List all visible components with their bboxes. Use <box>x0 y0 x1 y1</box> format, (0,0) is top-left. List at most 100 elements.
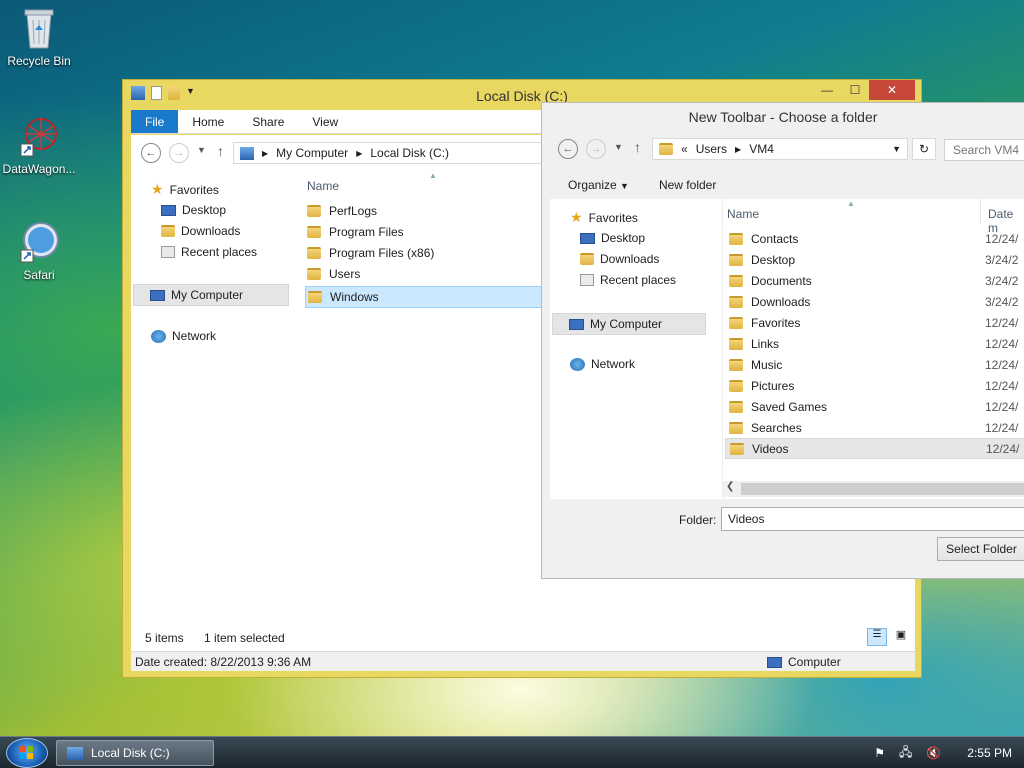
list-item[interactable]: Users <box>307 267 360 281</box>
folder-icon <box>729 316 743 329</box>
list-item[interactable]: Documents 3/24/2 <box>725 270 1024 291</box>
column-divider[interactable] <box>980 199 981 223</box>
nav-downloads[interactable]: Downloads <box>161 224 240 238</box>
desktop-icon-safari[interactable]: Safari <box>0 220 78 282</box>
list-item[interactable]: PerfLogs <box>307 204 377 218</box>
list-item[interactable]: Contacts 12/24/ <box>725 228 1024 249</box>
computer-icon <box>240 146 254 160</box>
scroll-left-icon[interactable]: ❮ <box>726 481 734 492</box>
list-item[interactable]: Links 12/24/ <box>725 333 1024 354</box>
nav-label: Downloads <box>600 252 660 266</box>
list-item-selected[interactable]: Videos 12/24/ <box>725 438 1024 459</box>
list-item-selected[interactable]: Windows <box>305 286 545 308</box>
select-folder-button[interactable]: Select Folder <box>937 537 1024 561</box>
folder-icon <box>307 205 321 217</box>
list-item[interactable]: Desktop 3/24/2 <box>725 249 1024 270</box>
nav-label: My Computer <box>590 317 663 331</box>
network-status-icon[interactable]: 🖧 <box>899 743 912 764</box>
close-button[interactable]: ✕ <box>869 80 915 100</box>
column-header-name[interactable]: Name <box>307 179 339 193</box>
tab-file[interactable]: File <box>131 110 179 133</box>
file-name: Searches <box>751 420 802 435</box>
list-item[interactable]: Saved Games 12/24/ <box>725 396 1024 417</box>
nav-my-computer[interactable]: My Computer <box>133 284 289 306</box>
tab-home[interactable]: Home <box>178 110 238 133</box>
start-button[interactable] <box>6 738 48 768</box>
volume-muted-icon[interactable]: 🔇 <box>926 746 941 760</box>
navigation-pane: ★ Favorites Desktop Downloads Recent pla… <box>131 171 295 651</box>
action-center-flag-icon[interactable]: ⚑ <box>874 746 885 760</box>
breadcrumb-item[interactable]: Local Disk (C:) <box>370 146 449 160</box>
path-overflow[interactable]: « <box>681 142 688 156</box>
star-icon: ★ <box>151 181 164 197</box>
nav-label: Favorites <box>588 210 638 225</box>
new-folder-button[interactable]: New folder <box>659 178 716 192</box>
nav-desktop[interactable]: Desktop <box>161 203 226 217</box>
downloads-folder-icon <box>161 225 175 237</box>
caption-buttons: — ☐ ✕ <box>813 80 915 100</box>
file-list: Name ▲ PerfLogs Program Files Program Fi… <box>295 171 545 651</box>
chevron-right-icon: ▶ <box>735 144 742 154</box>
column-header-name[interactable]: Name <box>727 207 759 221</box>
dialog-address-bar[interactable]: « Users ▶ VM4 ▼ <box>652 138 908 160</box>
scrollbar-thumb[interactable] <box>741 483 1024 495</box>
folder-icon <box>308 291 322 303</box>
breadcrumb-item[interactable]: VM4 <box>749 142 774 156</box>
folder-icon <box>729 337 743 350</box>
file-date: 12/24/ <box>985 399 1019 414</box>
maximize-button[interactable]: ☐ <box>841 80 869 100</box>
list-item[interactable]: Downloads 3/24/2 <box>725 291 1024 312</box>
desktop-icon-datawagon[interactable]: DataWagon... <box>0 114 78 176</box>
up-arrow-icon[interactable]: ↑ <box>217 143 224 159</box>
breadcrumb-item[interactable]: Users <box>696 142 727 156</box>
nav-label: My Computer <box>171 288 244 302</box>
taskbar-item-local-disk[interactable]: Local Disk (C:) <box>56 740 214 766</box>
organize-button[interactable]: Organize ▼ <box>568 178 629 192</box>
desktop-icon-recycle-bin[interactable]: Recycle Bin <box>0 6 78 68</box>
large-icons-view-button[interactable]: ▣ <box>891 628 911 646</box>
back-button[interactable]: ← <box>558 139 578 159</box>
sort-up-icon: ▲ <box>847 199 855 208</box>
nav-my-computer[interactable]: My Computer <box>552 313 706 335</box>
refresh-button[interactable]: ↻ <box>912 138 936 160</box>
nav-recent-places[interactable]: Recent places <box>580 273 676 287</box>
clock[interactable]: 2:55 PM <box>967 746 1012 760</box>
nav-network[interactable]: Network <box>570 357 635 371</box>
nav-downloads[interactable]: Downloads <box>580 252 659 266</box>
folder-icon <box>729 379 743 392</box>
details-view-button[interactable]: ☰ <box>867 628 887 646</box>
up-arrow-icon[interactable]: ↑ <box>634 139 641 155</box>
minimize-button[interactable]: — <box>813 80 841 100</box>
nav-network[interactable]: Network <box>151 329 216 343</box>
folder-input[interactable]: Videos <box>721 507 1024 531</box>
horizontal-scrollbar[interactable]: ❮ <box>723 481 1024 497</box>
folder-icon <box>729 274 743 287</box>
list-item[interactable]: Program Files (x86) <box>307 246 434 260</box>
tab-view[interactable]: View <box>298 110 352 133</box>
dialog-toolbar: Organize ▼ New folder <box>550 171 1024 199</box>
nav-desktop[interactable]: Desktop <box>580 231 645 245</box>
tab-share[interactable]: Share <box>238 110 298 133</box>
nav-recent-places[interactable]: Recent places <box>161 245 257 259</box>
list-item[interactable]: Favorites 12/24/ <box>725 312 1024 333</box>
back-button[interactable]: ← <box>141 143 161 163</box>
nav-favorites[interactable]: ★ Favorites <box>570 209 638 226</box>
zone-indicator: Computer <box>767 655 841 669</box>
safari-compass-icon <box>19 220 59 264</box>
nav-favorites[interactable]: ★ Favorites <box>151 181 219 198</box>
recent-locations-chevron-icon[interactable]: ▼ <box>197 145 206 155</box>
file-name: Contacts <box>751 231 799 246</box>
list-item[interactable]: Pictures 12/24/ <box>725 375 1024 396</box>
search-input[interactable]: Search VM4 <box>944 139 1024 161</box>
list-item[interactable]: Searches 12/24/ <box>725 417 1024 438</box>
forward-button[interactable]: → <box>586 139 606 159</box>
list-item[interactable]: Music 12/24/ <box>725 354 1024 375</box>
chevron-down-icon[interactable]: ▼ <box>892 144 901 154</box>
organize-label: Organize <box>568 178 617 192</box>
list-item[interactable]: Program Files <box>307 225 404 239</box>
forward-button[interactable]: → <box>169 143 189 163</box>
breadcrumb-item[interactable]: My Computer <box>276 146 348 160</box>
recent-locations-chevron-icon[interactable]: ▼ <box>614 142 623 152</box>
folder-icon <box>729 400 743 413</box>
computer-icon <box>767 656 782 668</box>
